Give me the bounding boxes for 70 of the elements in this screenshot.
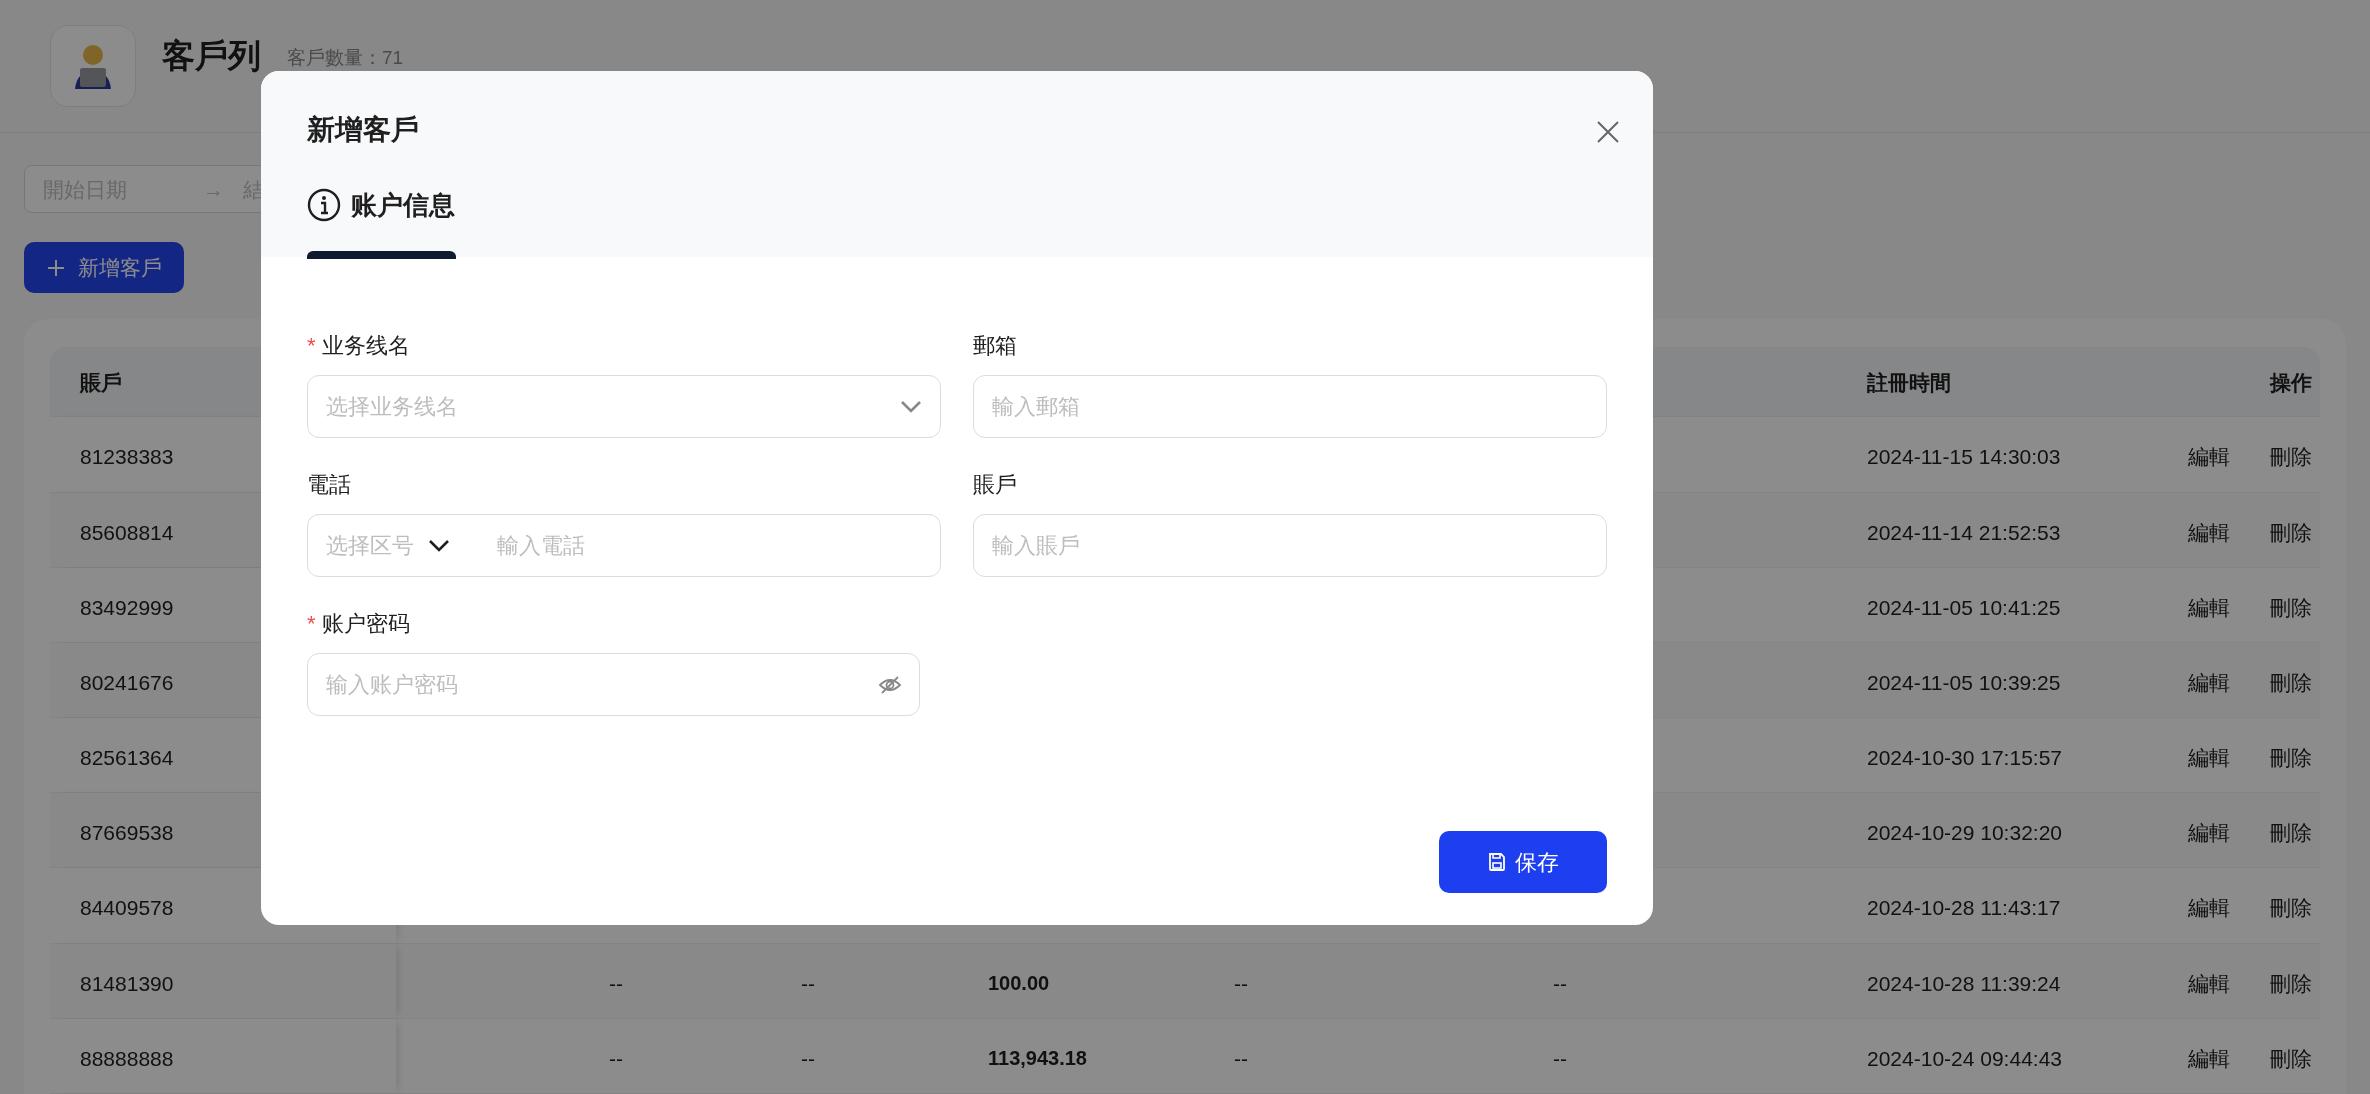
table-cell-text: -- — [801, 970, 815, 997]
field-label: 账户密码 — [321, 609, 410, 638]
save-button[interactable]: 保存 — [1439, 831, 1607, 893]
delete-link[interactable]: 刪除 — [2270, 666, 2312, 699]
chevron-down-icon — [428, 538, 450, 553]
column-header: 註冊時間 — [1867, 370, 1951, 397]
table-cell-text: 83492999 — [80, 594, 174, 621]
table-cell-text: 82561364 — [80, 745, 174, 772]
plus-icon — [46, 257, 66, 278]
info-icon — [307, 188, 341, 222]
edit-link[interactable]: 編輯 — [2188, 967, 2230, 1000]
table-cell-text: 2024-11-14 21:52:53 — [1867, 519, 2061, 546]
delete-link[interactable]: 刪除 — [2270, 892, 2312, 924]
field-label: 賬戶 — [973, 470, 1017, 499]
add-customer-button[interactable]: 新增客戶 — [24, 242, 184, 294]
table-cell-text: 80241676 — [80, 669, 174, 696]
table-cell-text: 84409578 — [80, 895, 174, 922]
input-field[interactable]: 輸入郵箱 — [973, 375, 1607, 438]
table-cell-text: -- — [609, 1045, 623, 1072]
table-cell-text: 2024-11-05 10:39:25 — [1867, 669, 2061, 696]
table-cell-text: -- — [1553, 970, 1567, 997]
edit-link[interactable]: 編輯 — [2188, 892, 2230, 924]
delete-link[interactable]: 刪除 — [2270, 1042, 2312, 1075]
edit-link[interactable]: 編輯 — [2188, 441, 2230, 473]
password-field[interactable]: 输入账户密码 — [307, 653, 920, 716]
edit-link[interactable]: 編輯 — [2188, 1042, 2230, 1075]
field-label: 郵箱 — [973, 331, 1017, 360]
table-cell-text: 2024-11-15 14:30:03 — [1867, 444, 2061, 471]
table-cell-text: 88888888 — [80, 1045, 174, 1072]
table-cell-text: 2024-10-28 11:43:17 — [1867, 895, 2061, 922]
field-label: 业务线名 — [321, 331, 410, 360]
edit-link[interactable]: 編輯 — [2188, 666, 2230, 699]
field-label: 電話 — [307, 470, 351, 499]
delete-link[interactable]: 刪除 — [2270, 742, 2312, 774]
column-header: 操作 — [2270, 370, 2312, 397]
edit-link[interactable]: 編輯 — [2188, 591, 2230, 624]
required-mark: * — [307, 331, 316, 360]
chevron-down-icon — [900, 399, 922, 414]
avatar-icon — [50, 25, 136, 108]
delete-link[interactable]: 刪除 — [2270, 967, 2312, 1000]
table-cell-text: 81238383 — [80, 444, 174, 471]
table-cell-text: 2024-10-24 09:44:43 — [1867, 1045, 2062, 1072]
delete-link[interactable]: 刪除 — [2270, 441, 2312, 473]
edit-link[interactable]: 編輯 — [2188, 817, 2230, 849]
save-icon — [1487, 852, 1507, 872]
delete-link[interactable]: 刪除 — [2270, 591, 2312, 624]
edit-link[interactable]: 編輯 — [2188, 516, 2230, 548]
table-cell-text: 2024-10-29 10:32:20 — [1867, 820, 2062, 847]
customer-count: 客戶數量：71 — [287, 45, 404, 70]
edit-link[interactable]: 編輯 — [2188, 742, 2230, 774]
table-cell-text: 85608814 — [80, 519, 174, 546]
input-field[interactable]: 輸入賬戶 — [973, 514, 1607, 577]
table-cell-text: -- — [1234, 1045, 1248, 1072]
dialog-title: 新增客戶 — [307, 113, 420, 147]
page-title: 客戶列 — [162, 36, 261, 77]
delete-link[interactable]: 刪除 — [2270, 817, 2312, 849]
table-cell-text: -- — [1234, 970, 1248, 997]
table-cell-text: 113,943.18 — [988, 1045, 1087, 1071]
required-mark: * — [307, 609, 316, 638]
table-cell-text: -- — [801, 1045, 815, 1072]
table-cell-text: 81481390 — [80, 970, 174, 997]
table-cell-text: 100.00 — [988, 970, 1050, 996]
table-cell-text: 2024-10-28 11:39:24 — [1867, 970, 2061, 997]
table-cell-text: 2024-11-05 10:41:25 — [1867, 594, 2061, 621]
table-cell-text: 87669538 — [80, 820, 174, 847]
delete-link[interactable]: 刪除 — [2270, 516, 2312, 548]
column-header: 賬戶 — [80, 370, 122, 397]
table-cell-text: -- — [1553, 1045, 1567, 1072]
table-cell-text: 2024-10-30 17:15:57 — [1867, 745, 2062, 772]
table-cell-text: -- — [609, 970, 623, 997]
